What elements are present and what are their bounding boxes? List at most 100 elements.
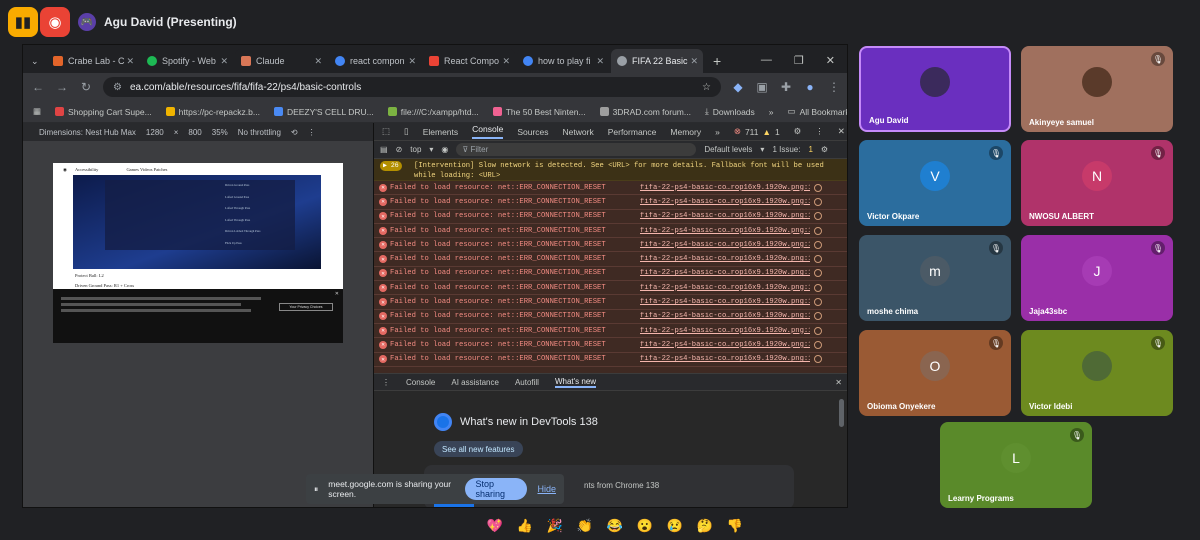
- more-menu-icon[interactable]: ⋮: [815, 126, 824, 137]
- extension-icon[interactable]: ▣: [755, 80, 769, 94]
- rotate-icon[interactable]: ⟲: [291, 128, 298, 137]
- reaction-button[interactable]: 😮: [634, 515, 656, 537]
- error-counter[interactable]: ⊗ 711 ▲ 1: [734, 126, 780, 137]
- see-all-features-button[interactable]: See all new features: [434, 441, 523, 457]
- filter-input[interactable]: ⊽ Filter: [456, 143, 697, 156]
- clear-console-icon[interactable]: ⊘: [396, 145, 403, 154]
- bookmark-item[interactable]: file:///C:/xampp/htd...: [387, 107, 479, 117]
- error-source-link[interactable]: fifa-22-ps4-basic-co…rop16x9.1920w.png:1: [640, 312, 810, 320]
- reaction-button[interactable]: 😂: [604, 515, 626, 537]
- hide-link[interactable]: Hide: [537, 484, 556, 494]
- drawer-tab-autofill[interactable]: Autofill: [515, 378, 539, 387]
- back-icon[interactable]: ←: [31, 80, 45, 94]
- extension-icon[interactable]: ◆: [731, 80, 745, 94]
- forward-icon[interactable]: →: [55, 80, 69, 94]
- error-source-link[interactable]: fifa-22-ps4-basic-co…rop16x9.1920w.png:1: [640, 227, 810, 235]
- zoom-select[interactable]: 35%: [212, 128, 228, 137]
- ai-explain-icon[interactable]: [814, 312, 822, 321]
- error-source-link[interactable]: fifa-22-ps4-basic-co…rop16x9.1920w.png:1: [640, 269, 810, 277]
- settings-gear-icon[interactable]: ⚙: [794, 126, 802, 137]
- browser-tab[interactable]: Claude ✕: [235, 49, 327, 73]
- tab-memory[interactable]: Memory: [670, 127, 701, 137]
- console-error-row[interactable]: ✕ Failed to load resource: net::ERR_CONNE…: [374, 210, 847, 224]
- bookmark-item[interactable]: The 50 Best Ninten...: [492, 107, 586, 117]
- drawer-tab-whats-new[interactable]: What's new: [554, 377, 597, 388]
- console-error-row[interactable]: ✕ Failed to load resource: net::ERR_CONNE…: [374, 224, 847, 239]
- browser-tab[interactable]: how to play fi ✕: [517, 49, 609, 73]
- stop-sharing-button[interactable]: Stop sharing: [465, 478, 528, 500]
- ai-explain-icon[interactable]: [814, 255, 822, 264]
- close-icon[interactable]: ✕: [408, 56, 416, 67]
- reload-icon[interactable]: ↻: [79, 80, 93, 94]
- close-icon[interactable]: ✕: [220, 56, 228, 67]
- record-icon[interactable]: ◉: [40, 7, 70, 37]
- console-error-row[interactable]: ✕ Failed to load resource: net::ERR_CONNE…: [374, 195, 847, 210]
- ai-explain-icon[interactable]: [814, 326, 822, 335]
- more-tabs-icon[interactable]: »: [715, 127, 720, 137]
- ai-explain-icon[interactable]: [814, 269, 822, 278]
- window-close-icon[interactable]: ✕: [826, 54, 835, 67]
- close-devtools-icon[interactable]: ✕: [838, 126, 845, 137]
- browser-tab[interactable]: React Compo ✕: [423, 49, 515, 73]
- levels-select[interactable]: Default levels: [704, 145, 752, 154]
- bookmark-item[interactable]: Shopping Cart Supe...: [55, 107, 152, 117]
- participant-tile[interactable]: m moshe chima 🎙: [859, 235, 1011, 321]
- ai-explain-icon[interactable]: [814, 212, 822, 221]
- new-tab-icon[interactable]: +: [705, 53, 729, 73]
- ai-explain-icon[interactable]: [814, 355, 822, 364]
- error-source-link[interactable]: fifa-22-ps4-basic-co…rop16x9.1920w.png:1: [640, 298, 810, 306]
- extensions-puzzle-icon[interactable]: ✚: [779, 80, 793, 94]
- console-settings-icon[interactable]: ⚙: [821, 145, 828, 154]
- tab-sources[interactable]: Sources: [517, 127, 548, 137]
- bookmark-star-icon[interactable]: ☆: [702, 82, 711, 93]
- site-info-icon[interactable]: ⚙: [113, 82, 122, 93]
- drawer-tab-console[interactable]: Console: [406, 378, 435, 387]
- ai-explain-icon[interactable]: [814, 340, 822, 349]
- error-source-link[interactable]: fifa-22-ps4-basic-co…rop16x9.1920w.png:1: [640, 212, 810, 220]
- browser-tab-active[interactable]: FIFA 22 Basic ✕: [611, 49, 703, 73]
- meet-panel-icon[interactable]: ▮▮: [8, 7, 38, 37]
- console-error-row[interactable]: ✕ Failed to load resource: net::ERR_CONNE…: [374, 181, 847, 196]
- ai-explain-icon[interactable]: [814, 183, 822, 192]
- error-source-link[interactable]: fifa-22-ps4-basic-co…rop16x9.1920w.png:1: [640, 341, 810, 349]
- console-error-row[interactable]: ✕ Failed to load resource: net::ERR_CONNE…: [374, 295, 847, 310]
- error-source-link[interactable]: fifa-22-ps4-basic-co…rop16x9.1920w.png:1: [640, 284, 810, 292]
- reaction-button[interactable]: 👏: [574, 515, 596, 537]
- more-bookmarks-icon[interactable]: »: [769, 107, 774, 117]
- reaction-button[interactable]: 💖: [484, 515, 506, 537]
- inspect-icon[interactable]: ⬚: [382, 126, 390, 137]
- minimize-icon[interactable]: —: [761, 54, 772, 67]
- more-menu-icon[interactable]: ⋮: [827, 80, 841, 94]
- participant-tile[interactable]: Akinyeye samuel 🎙: [1021, 46, 1173, 132]
- participant-tile[interactable]: J Jaja43sbc 🎙: [1021, 235, 1173, 321]
- reaction-button[interactable]: 😢: [664, 515, 686, 537]
- profile-icon[interactable]: ●: [803, 80, 817, 94]
- ai-explain-icon[interactable]: [814, 298, 822, 307]
- tab-performance[interactable]: Performance: [608, 127, 657, 137]
- browser-tab[interactable]: Crabe Lab - C ✕: [47, 49, 139, 73]
- close-icon[interactable]: ✕: [596, 56, 604, 67]
- close-icon[interactable]: ✕: [690, 56, 698, 67]
- tab-elements[interactable]: Elements: [423, 127, 458, 137]
- participant-tile[interactable]: O Obioma Onyekere 🎙: [859, 330, 1011, 416]
- reaction-button[interactable]: 👍: [514, 515, 536, 537]
- error-source-link[interactable]: fifa-22-ps4-basic-co…rop16x9.1920w.png:1: [640, 255, 810, 263]
- context-select[interactable]: top: [410, 145, 421, 154]
- reaction-button[interactable]: 🎉: [544, 515, 566, 537]
- throttle-select[interactable]: No throttling: [238, 128, 281, 137]
- console-error-row[interactable]: ✕ Failed to load resource: net::ERR_CONNE…: [374, 252, 847, 267]
- error-source-link[interactable]: fifa-22-ps4-basic-co…rop16x9.1920w.png:1: [640, 198, 810, 206]
- issues-label[interactable]: 1 Issue:: [772, 145, 800, 154]
- tab-list-button[interactable]: ⌄: [27, 49, 45, 73]
- reaction-button[interactable]: 👎: [724, 515, 746, 537]
- drawer-tab-ai[interactable]: AI assistance: [451, 378, 499, 387]
- ai-explain-icon[interactable]: [814, 197, 822, 206]
- browser-tab[interactable]: Spotify - Web ✕: [141, 49, 233, 73]
- page-preview[interactable]: ◉ Accessibility Games Videos Patches Dri…: [53, 163, 343, 343]
- tab-console[interactable]: Console: [472, 124, 504, 139]
- bookmark-item[interactable]: ⤓ Downloads: [705, 106, 755, 117]
- bookmark-item[interactable]: https://pc-repackz.b...: [165, 107, 260, 117]
- participant-tile[interactable]: Victor Idebi 🎙: [1021, 330, 1173, 416]
- drag-handle-icon[interactable]: ⏸: [314, 484, 318, 495]
- error-source-link[interactable]: fifa-22-ps4-basic-co…rop16x9.1920w.png:1: [640, 241, 810, 249]
